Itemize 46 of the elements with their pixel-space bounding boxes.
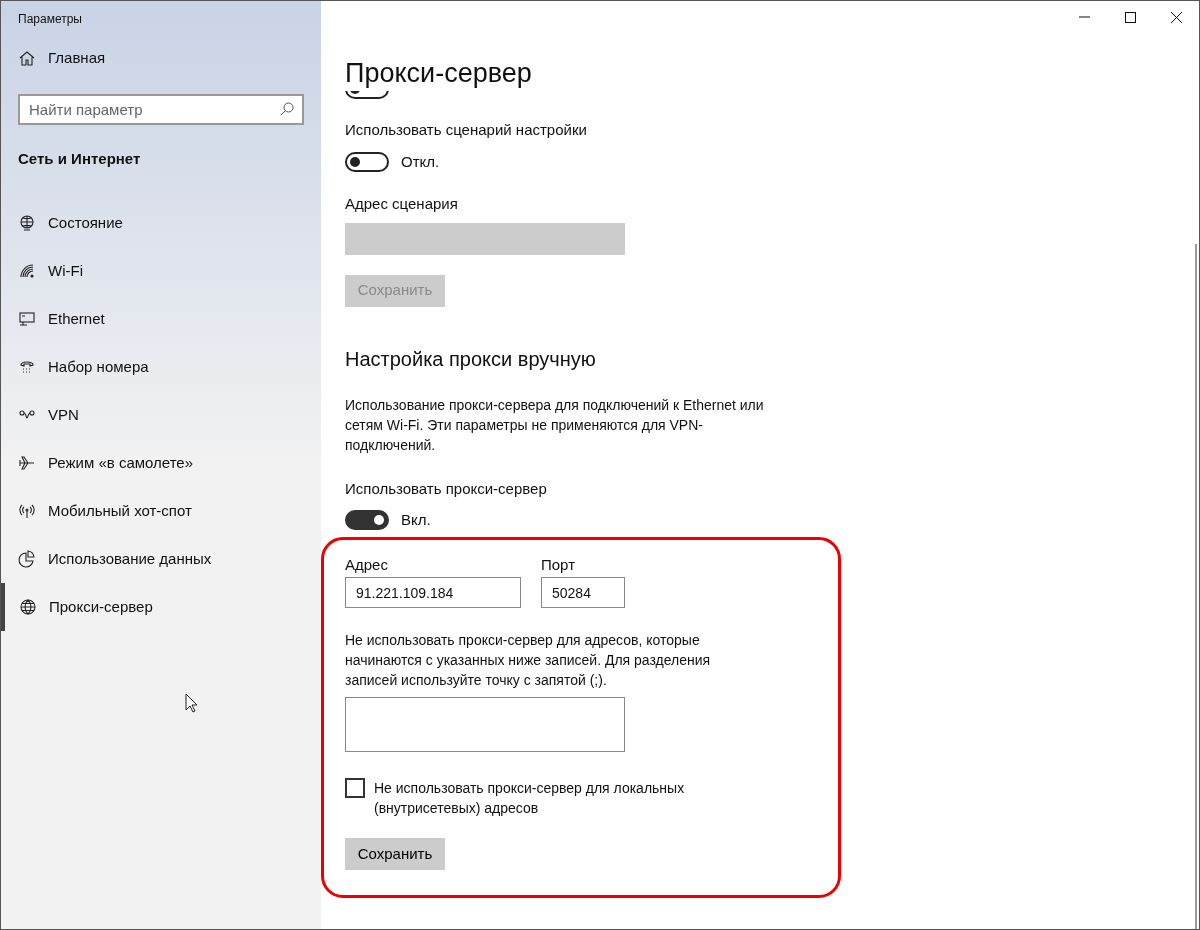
page-title: Прокси-сервер bbox=[345, 57, 532, 90]
airplane-icon bbox=[18, 454, 36, 472]
maximize-icon bbox=[1124, 11, 1136, 23]
port-field[interactable]: 50284 bbox=[541, 577, 625, 608]
home-link[interactable]: Главная bbox=[1, 36, 321, 80]
close-icon bbox=[1170, 11, 1182, 23]
nav-item[interactable]: Ethernet bbox=[1, 295, 321, 343]
search-icon bbox=[280, 102, 294, 116]
search-field[interactable]: Найти параметр bbox=[18, 94, 304, 125]
window-title: Параметры bbox=[18, 10, 82, 28]
description-text: Использование прокси-сервера для подключений к Ethernet или сетям Wi-Fi. Эти параметры не применяются для VPN-подключений. bbox=[345, 395, 765, 455]
telephone-icon bbox=[18, 358, 36, 376]
field-label: Адрес сценария bbox=[345, 194, 458, 214]
home-label: Главная bbox=[48, 47, 106, 68]
save-button[interactable]: Сохранить bbox=[345, 838, 445, 870]
home-icon bbox=[18, 49, 36, 67]
pie-chart-icon bbox=[18, 550, 36, 568]
nav-item[interactable]: Набор номера bbox=[1, 343, 321, 391]
checkbox[interactable] bbox=[345, 778, 365, 798]
toggle-state: Откл. bbox=[401, 151, 440, 172]
nav-item[interactable]: VPN bbox=[1, 391, 321, 439]
toggle-switch[interactable] bbox=[345, 510, 389, 531]
nav-item[interactable]: Состояние bbox=[1, 199, 321, 247]
field-label: Порт bbox=[541, 554, 576, 575]
address-field[interactable]: 91.221.109.184 bbox=[345, 577, 521, 608]
nav-item[interactable]: Режим «в самолете» bbox=[1, 439, 321, 487]
section-heading: Настройка прокси вручную bbox=[345, 346, 596, 372]
network-monitor-icon bbox=[18, 310, 36, 328]
globe-icon bbox=[19, 598, 37, 616]
nav-item[interactable]: Wi-Fi bbox=[1, 247, 321, 295]
nav-item[interactable]: Использование данных bbox=[1, 535, 321, 583]
toggle-switch[interactable] bbox=[345, 151, 389, 172]
field-label: Адрес bbox=[345, 554, 389, 575]
exceptions-text: Не использовать прокси-сервер для адресов, которые начинаются с указанных ниже записей. Для разделения записей используйте точку с запятой (;). bbox=[345, 631, 712, 690]
setting-label: Использовать сценарий настройки bbox=[345, 120, 587, 140]
minimize-icon bbox=[1078, 16, 1090, 18]
nav-item[interactable]: Мобильный хот-спот bbox=[1, 487, 321, 535]
exceptions-field[interactable] bbox=[345, 697, 625, 752]
antenna-icon bbox=[18, 502, 36, 520]
wifi-icon bbox=[18, 262, 36, 280]
section-title: Сеть и Интернет bbox=[18, 150, 141, 167]
setting-label: Использовать прокси-сервер bbox=[345, 478, 547, 499]
toggle-state: Вкл. bbox=[401, 510, 431, 530]
checkbox-label: Не использовать прокси-сервер для локальных (внутрисетевых) адресов bbox=[374, 779, 686, 818]
mouse-cursor-icon bbox=[185, 693, 198, 713]
globe-monitor-icon bbox=[18, 214, 36, 232]
